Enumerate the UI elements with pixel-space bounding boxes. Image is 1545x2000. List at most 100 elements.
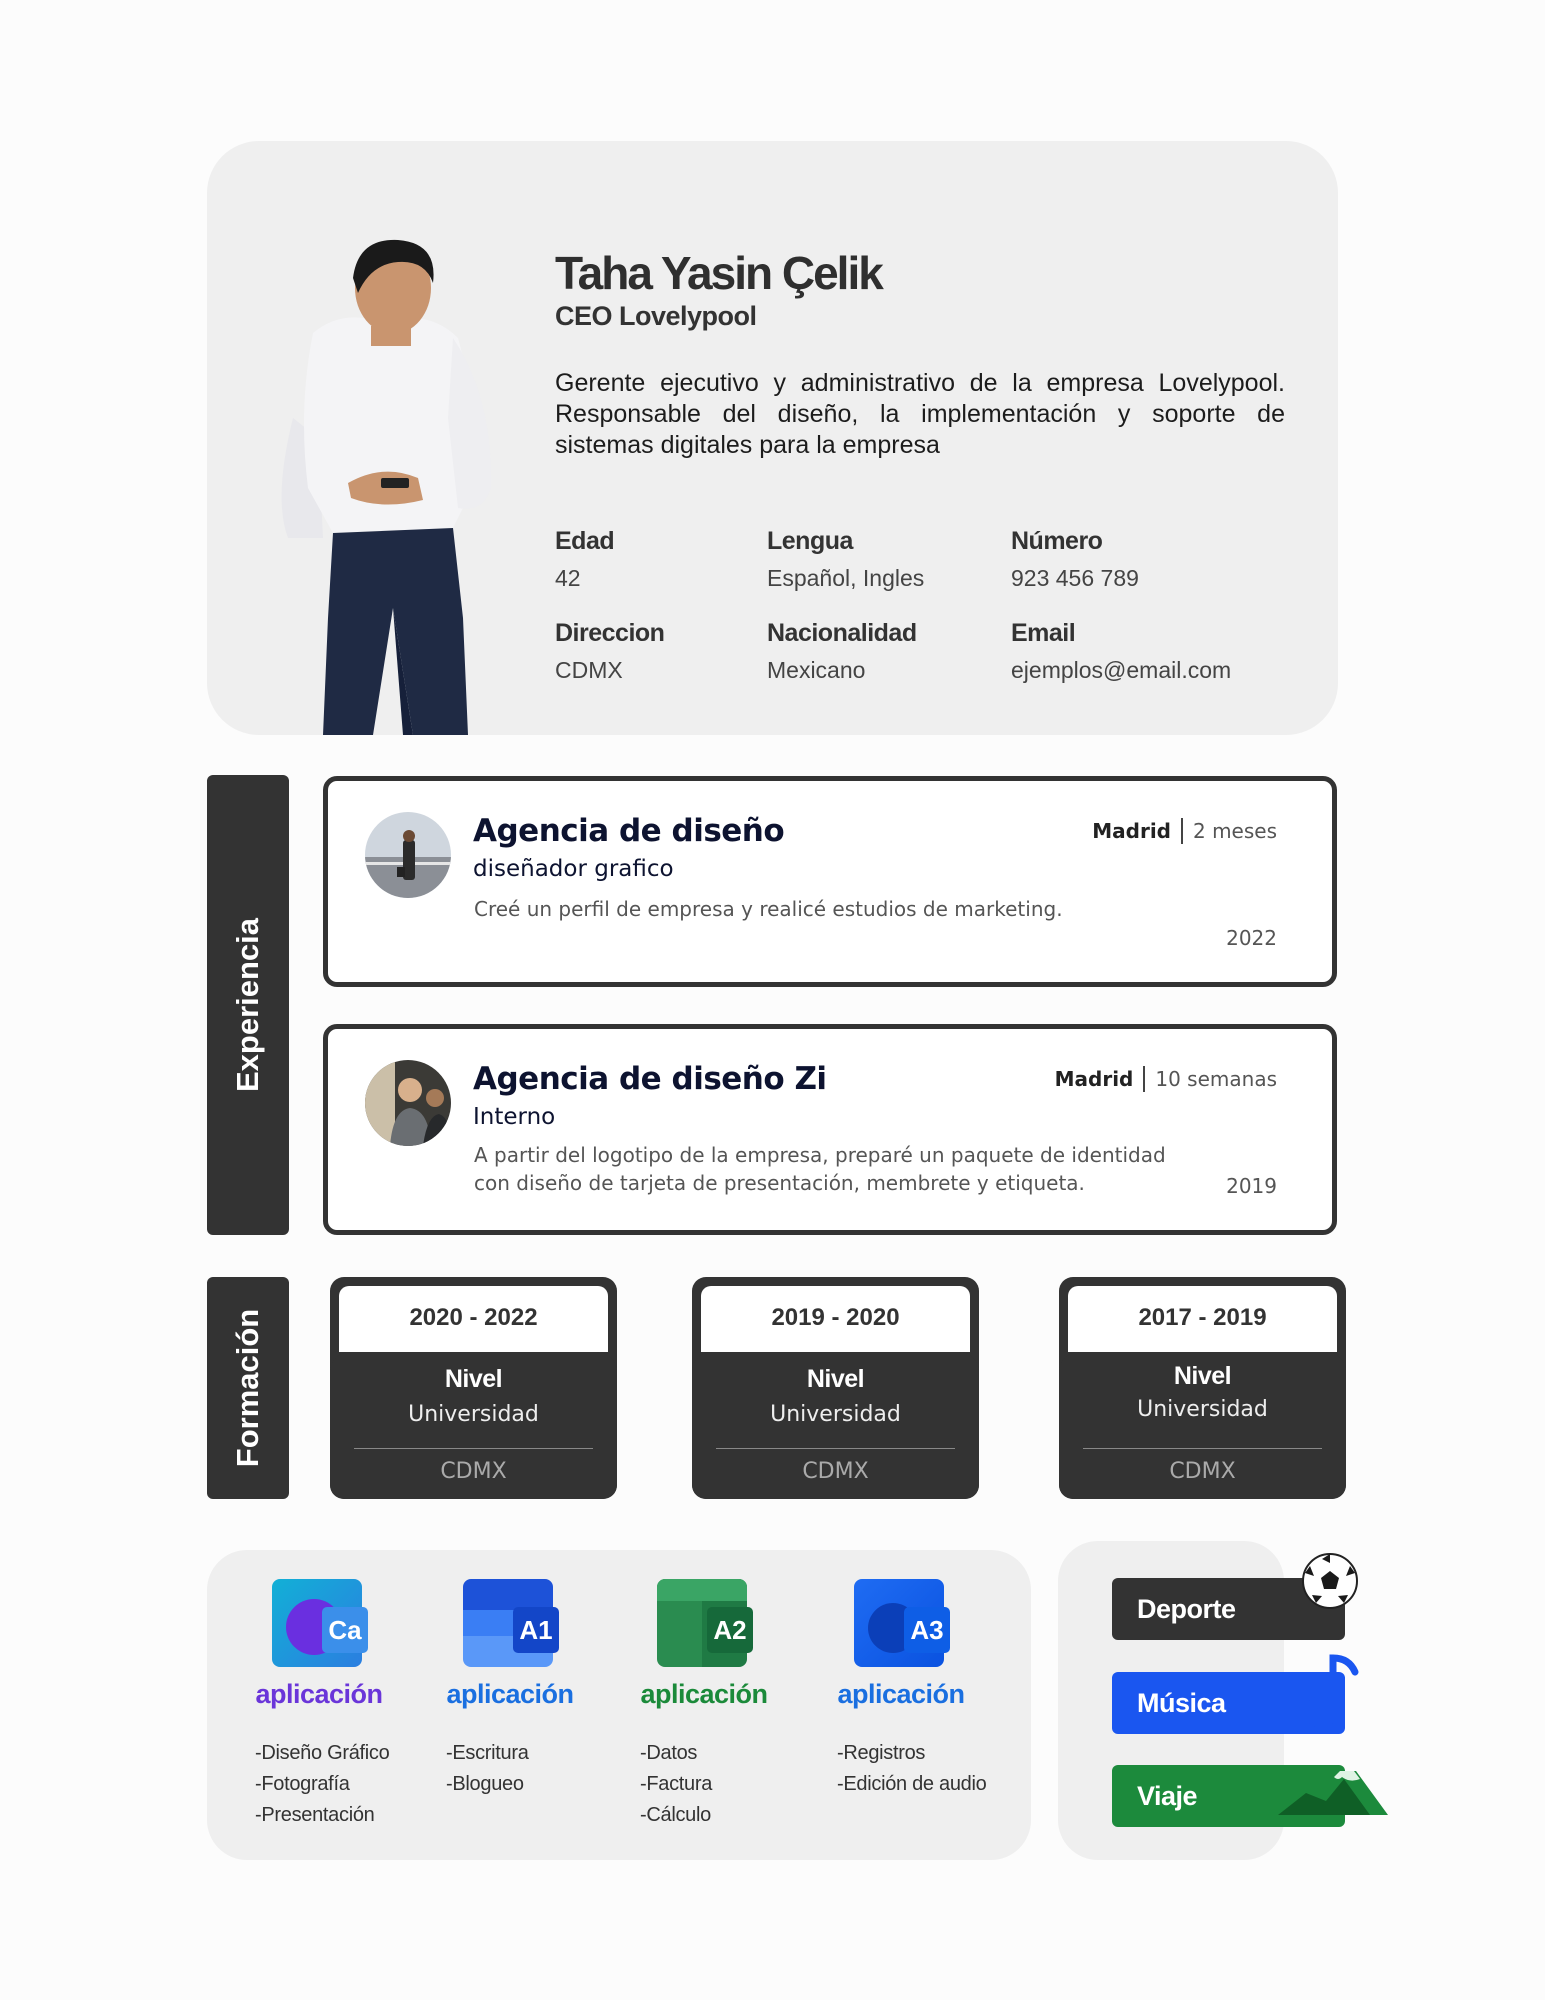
- profile-bio: Gerente ejecutivo y administrativo de la…: [555, 369, 1285, 459]
- education-institution: Universidad: [1137, 1397, 1268, 1422]
- profile-photo: [281, 239, 492, 735]
- soccer-ball-icon: [1302, 1553, 1358, 1609]
- info-value: CDMX: [555, 657, 623, 683]
- app-skill: -Cálculo: [640, 1804, 711, 1826]
- app-skill: -Factura: [640, 1773, 713, 1795]
- hobby-label: Deporte: [1137, 1594, 1236, 1624]
- app-skill: -Registros: [837, 1742, 926, 1764]
- app-icon-code: Ca: [322, 1607, 368, 1653]
- education-level: Nivel: [444, 1365, 503, 1393]
- app-item: A2 aplicación -Datos -Factura -Cálculo: [614, 1579, 794, 1831]
- education-years-tab: 2019 - 2020: [701, 1286, 970, 1352]
- info-value: 923 456 789: [1011, 565, 1139, 591]
- app-item: A1 aplicación -Escritura -Blogueo: [420, 1579, 600, 1800]
- divider: [354, 1448, 593, 1449]
- app-skill: -Datos: [640, 1742, 698, 1764]
- info-label: Direccion: [555, 619, 665, 647]
- education-card: 2020 - 2022 Nivel Universidad CDMX: [330, 1277, 617, 1499]
- app-skill: -Blogueo: [446, 1773, 524, 1795]
- info-address: Direccion CDMX: [555, 619, 665, 684]
- app-skills: -Datos -Factura -Cálculo: [614, 1738, 794, 1831]
- experience-position: Interno: [473, 1104, 556, 1130]
- divider: [1083, 1448, 1322, 1449]
- company-avatar: [365, 812, 451, 898]
- app-name: aplicación: [255, 1679, 383, 1709]
- education-city: CDMX: [1169, 1459, 1236, 1484]
- info-nationality: Nacionalidad Mexicano: [767, 619, 917, 684]
- app-icon-band: [657, 1579, 747, 1601]
- app-icon-code: A2: [707, 1607, 753, 1653]
- info-label: Nacionalidad: [767, 619, 917, 647]
- info-value: 42: [555, 565, 581, 591]
- app-skills: -Escritura -Blogueo: [420, 1738, 600, 1800]
- info-value: Español, Ingles: [767, 565, 925, 591]
- app-skill: -Edición de audio: [837, 1773, 987, 1795]
- info-value: Mexicano: [767, 657, 866, 683]
- app-name: aplicación: [640, 1679, 768, 1709]
- education-years: 2020 - 2022: [409, 1304, 538, 1331]
- experience-duration: 10 semanas: [1155, 1067, 1277, 1091]
- education-years: 2019 - 2020: [771, 1304, 900, 1331]
- app-skills: -Registros -Edición de audio: [811, 1738, 991, 1800]
- education-institution: Universidad: [408, 1402, 539, 1427]
- education-card: 2019 - 2020 Nivel Universidad CDMX: [692, 1277, 979, 1499]
- experience-description: A partir del logotipo de la empresa, pre…: [474, 1143, 1166, 1195]
- company-avatar: [365, 1060, 451, 1146]
- education-years: 2017 - 2019: [1138, 1304, 1267, 1331]
- app-ca-icon: Ca: [272, 1579, 368, 1669]
- education-years-tab: 2020 - 2022: [339, 1286, 608, 1352]
- divider: [716, 1448, 955, 1449]
- info-value: ejemplos@email.com: [1011, 657, 1232, 683]
- experience-company: Agencia de diseño Zi: [473, 1061, 827, 1097]
- experience-year: 2022: [1226, 926, 1277, 950]
- experience-description: Creé un perfil de empresa y realicé estu…: [474, 897, 1063, 921]
- profile-role: CEO Lovelypool: [555, 301, 757, 331]
- app-name: aplicación: [446, 1679, 574, 1709]
- experience-card: Agencia de diseño Zi Interno A partir de…: [323, 1024, 1337, 1235]
- experience-card: Agencia de diseño diseñador grafico Creé…: [323, 776, 1337, 987]
- app-skill: -Presentación: [255, 1804, 375, 1826]
- education-institution: Universidad: [770, 1402, 901, 1427]
- education-city: CDMX: [440, 1459, 507, 1484]
- education-level: Nivel: [806, 1365, 865, 1393]
- education-heading: Formación: [230, 1308, 265, 1468]
- info-label: Edad: [555, 527, 615, 555]
- app-skill: -Diseño Gráfico: [255, 1742, 390, 1764]
- app-a2-icon: A2: [657, 1579, 753, 1669]
- education-city: CDMX: [802, 1459, 869, 1484]
- info-email: Email ejemplos@email.com: [1011, 619, 1231, 684]
- info-age: Edad 42: [555, 527, 615, 592]
- app-icon-code: A3: [904, 1607, 950, 1653]
- education-card: 2017 - 2019 Nivel Universidad CDMX: [1059, 1277, 1346, 1499]
- experience-city: Madrid: [1054, 1067, 1134, 1091]
- experience-duration: 2 meses: [1192, 819, 1277, 843]
- mountain-icon: [1270, 1771, 1388, 1815]
- experience-company: Agencia de diseño: [473, 813, 785, 849]
- education-years-tab: 2017 - 2019: [1068, 1286, 1337, 1352]
- info-label: Email: [1011, 619, 1076, 647]
- app-skills: -Diseño Gráfico -Fotografía -Presentació…: [229, 1738, 409, 1831]
- info-label: Número: [1011, 527, 1103, 555]
- experience-section-label: Experiencia: [207, 775, 289, 1235]
- app-skill: -Escritura: [446, 1742, 529, 1764]
- app-item: Ca aplicación -Diseño Gráfico -Fotografí…: [229, 1579, 409, 1831]
- education-section-label: Formación: [207, 1277, 289, 1499]
- profile-name: Taha Yasin Çelik: [555, 247, 884, 299]
- meta-divider: [1143, 1066, 1146, 1092]
- info-language: Lengua Español, Ingles: [767, 527, 924, 592]
- app-item: A3 aplicación -Registros -Edición de aud…: [811, 1579, 991, 1800]
- hobby-label: Viaje: [1137, 1781, 1198, 1811]
- education-level: Nivel: [1173, 1362, 1232, 1390]
- experience-city: Madrid: [1092, 819, 1171, 843]
- experience-meta: Madrid 10 semanas: [1055, 1066, 1277, 1092]
- app-icon-code: A1: [513, 1607, 559, 1653]
- info-label: Lengua: [767, 527, 853, 555]
- info-phone: Número 923 456 789: [1011, 527, 1139, 592]
- app-a3-icon: A3: [854, 1579, 950, 1669]
- app-skill: -Fotografía: [255, 1773, 350, 1795]
- meta-divider: [1180, 818, 1183, 844]
- app-name: aplicación: [837, 1679, 965, 1709]
- music-note-icon: [1303, 1654, 1359, 1728]
- experience-meta: Madrid 2 meses: [1092, 818, 1277, 844]
- experience-year: 2019: [1226, 1174, 1277, 1198]
